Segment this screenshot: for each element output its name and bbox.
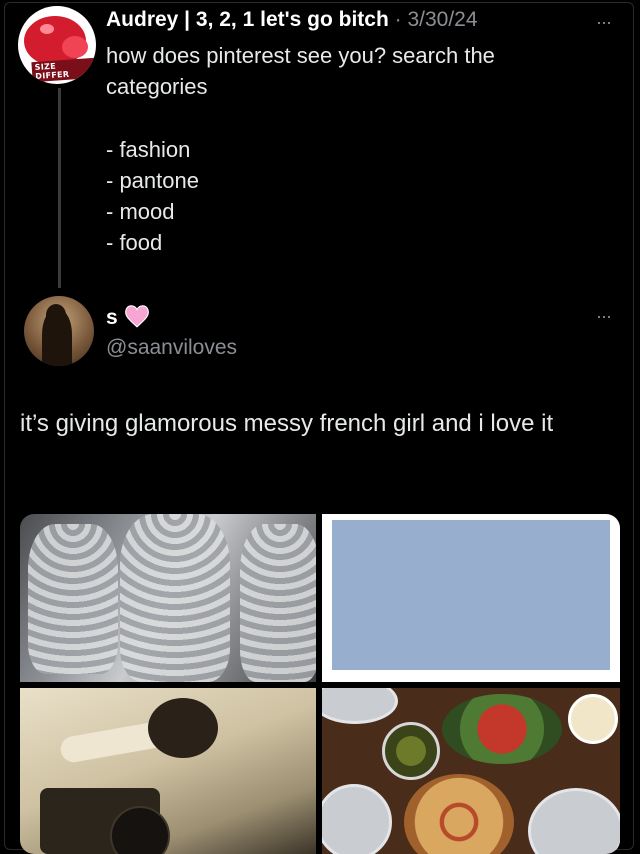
plate (322, 688, 398, 724)
category-item: - mood (106, 199, 175, 224)
pantone-swatch (332, 520, 610, 670)
sauce-bowl (568, 694, 618, 744)
reply-author-name[interactable]: Audrey | 3, 2, 1 let's go bitch (106, 8, 389, 31)
plate (322, 784, 392, 854)
food-image[interactable] (322, 688, 620, 854)
fashion-image[interactable] (20, 514, 316, 682)
category-item: - fashion (106, 137, 191, 162)
media-grid (20, 514, 620, 854)
thread-line (58, 88, 61, 288)
olive-bowl (382, 722, 440, 780)
category-item: - food (106, 230, 163, 255)
sequin-dress (28, 524, 118, 674)
category-item: - pantone (106, 168, 199, 193)
category-list: - fashion - pantone - mood - food (106, 134, 199, 258)
reply-date[interactable]: 3/30/24 (407, 8, 477, 31)
sequin-dress (120, 514, 230, 682)
pantone-image[interactable] (322, 514, 620, 682)
more-dots-icon[interactable]: ··· (596, 306, 612, 327)
salad-plate (442, 694, 562, 764)
tweet-text: it’s giving glamorous messy french girl … (20, 410, 554, 437)
mood-image[interactable] (20, 688, 316, 854)
saanvi-avatar[interactable] (24, 296, 94, 366)
audrey-avatar[interactable]: SIZE DIFFER (18, 6, 96, 84)
mood-figure (148, 698, 218, 758)
avatar-shape (40, 24, 54, 34)
more-dots-icon[interactable]: ··· (596, 12, 612, 33)
header-separator: · (394, 8, 402, 31)
vinyl-record (110, 806, 170, 854)
tweet-author-handle[interactable]: @saanviloves (106, 336, 237, 360)
plate (528, 788, 620, 854)
sequin-dress (240, 524, 316, 682)
avatar-silhouette (42, 310, 72, 366)
tweet-author-name[interactable]: s (106, 306, 118, 330)
reply-header: Audrey | 3, 2, 1 let's go bitch · 3/30/2… (106, 8, 478, 32)
pink-heart-icon (125, 305, 149, 328)
reply-text: how does pinterest see you? search the c… (106, 43, 495, 99)
avatar-shape (62, 36, 88, 58)
pizza (404, 774, 514, 854)
